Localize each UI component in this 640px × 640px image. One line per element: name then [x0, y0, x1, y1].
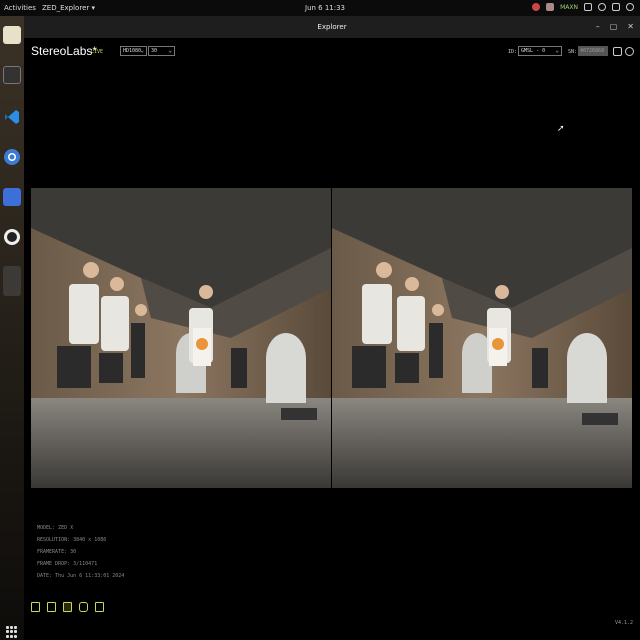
- resolution-select-value: HD1080: [123, 48, 142, 54]
- system-tray: MAXN: [532, 3, 634, 11]
- app-menu[interactable]: ZED_Explorer ▾: [42, 4, 95, 12]
- info-model: MODEL: ZED X: [37, 525, 74, 531]
- resolution-select[interactable]: HD1080 ⌄: [120, 46, 147, 56]
- clock[interactable]: Jun 6 11:33: [305, 4, 345, 12]
- fps-select[interactable]: 30 ⌄: [148, 46, 175, 56]
- id-label: ID:: [508, 49, 518, 55]
- chevron-down-icon: ⌄: [555, 47, 559, 54]
- brand-logo: StereoLabs*: [31, 44, 98, 58]
- files-app-icon[interactable]: [3, 26, 21, 44]
- info-icon[interactable]: [613, 47, 622, 56]
- volume-icon[interactable]: [612, 3, 620, 11]
- hand-icon[interactable]: [546, 3, 555, 11]
- info-date: DATE: Thu Jun 6 11:33:01 2024: [37, 573, 125, 579]
- live-label: LIVE: [91, 49, 104, 55]
- power-icon[interactable]: [626, 3, 634, 11]
- network-icon[interactable]: [598, 3, 606, 11]
- record-indicator-icon[interactable]: [532, 3, 541, 11]
- chevron-down-icon: ⌄: [168, 47, 172, 54]
- mouse-cursor-icon: ➚: [557, 124, 565, 134]
- settings-icon[interactable]: [625, 47, 634, 56]
- show-apps-icon[interactable]: [6, 626, 18, 638]
- camera-id-select-value: GMSL - 0: [521, 48, 546, 54]
- sn-label: SN:: [568, 49, 578, 55]
- maximize-icon[interactable]: ▢: [610, 23, 618, 31]
- window-title: Explorer: [317, 23, 347, 31]
- info-frame-drop: FRAME DROP: 3/110471: [37, 561, 98, 567]
- power-mode-label[interactable]: MAXN: [560, 4, 578, 11]
- info-framerate: FRAMERATE: 30: [37, 549, 77, 555]
- version-label: V4.1.2: [614, 620, 633, 626]
- footer-toolbar: [31, 602, 104, 612]
- explorer-window: Explorer – ▢ ✕ StereoLabs* LIVE HD1080 ⌄ …: [24, 16, 640, 640]
- video-viewer[interactable]: [31, 86, 633, 588]
- info-resolution: RESOLUTION: 3840 x 1080: [37, 537, 107, 543]
- vscode-app-icon[interactable]: [3, 108, 21, 126]
- record-icon[interactable]: [47, 602, 56, 612]
- camera-id-select[interactable]: GMSL - 0 ⌄: [518, 46, 562, 56]
- left-camera-frame: [31, 188, 331, 488]
- video-mode-icon[interactable]: [63, 602, 72, 612]
- snapshot-icon[interactable]: [95, 602, 104, 612]
- obs-app-icon[interactable]: [3, 228, 21, 246]
- folder-icon[interactable]: [31, 602, 40, 612]
- dock: [0, 16, 24, 640]
- activities-button[interactable]: Activities: [4, 4, 36, 12]
- serial-number-field: 40726868: [578, 46, 608, 56]
- active-app-indicator[interactable]: [3, 266, 21, 296]
- chromium-app-icon[interactable]: [3, 148, 21, 166]
- minimize-icon[interactable]: –: [596, 23, 600, 31]
- chevron-down-icon: ⌄: [140, 47, 144, 54]
- hdr-icon[interactable]: [79, 602, 88, 612]
- close-icon[interactable]: ✕: [627, 23, 634, 31]
- software-app-icon[interactable]: [3, 188, 21, 206]
- system-top-bar: Activities ZED_Explorer ▾ Jun 6 11:33 MA…: [0, 0, 640, 16]
- chat-icon[interactable]: [584, 3, 592, 11]
- terminal-app-icon[interactable]: [3, 66, 21, 84]
- right-camera-frame: [332, 188, 632, 488]
- window-titlebar: Explorer – ▢ ✕: [24, 16, 640, 38]
- fps-select-value: 30: [151, 48, 158, 54]
